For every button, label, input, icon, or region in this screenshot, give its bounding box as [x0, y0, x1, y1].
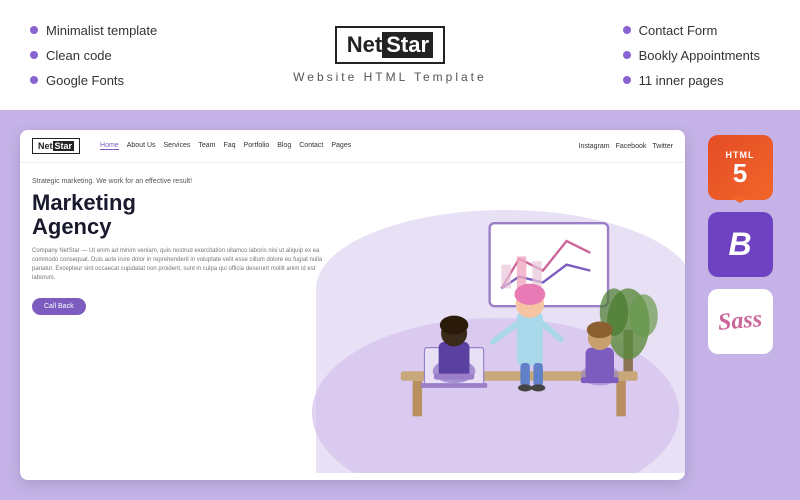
bullet-icon [623, 51, 631, 59]
nav-link-team[interactable]: Team [198, 142, 215, 150]
preview-logo-star: Star [53, 141, 75, 151]
preview-illustration [306, 163, 685, 473]
preview-nav: Net Star Home About Us Services Team Faq… [20, 130, 685, 163]
nav-link-pages[interactable]: Pages [331, 142, 351, 150]
top-section: Minimalist template Clean code Google Fo… [0, 0, 800, 110]
preview-nav-links: Home About Us Services Team Faq Portfoli… [100, 142, 566, 150]
feature-item-3: Google Fonts [30, 73, 157, 88]
html-number: 5 [733, 160, 747, 186]
logo-star: Star [382, 32, 433, 58]
html5-icon: HTML 5 [708, 135, 773, 200]
feature-label-4: Contact Form [639, 23, 718, 38]
illus-scene [306, 163, 685, 473]
nav-link-portfolio[interactable]: Portfolio [244, 142, 270, 150]
bullet-icon [623, 26, 631, 34]
nav-link-about[interactable]: About Us [127, 142, 156, 150]
feature-item-4: Contact Form [623, 23, 760, 38]
feature-label-6: 11 inner pages [639, 73, 724, 88]
bullet-icon [30, 76, 38, 84]
feature-label-1: Minimalist template [46, 23, 157, 38]
social-instagram: Instagram [579, 143, 610, 150]
headline-line2: Agency [32, 215, 327, 239]
nav-link-services[interactable]: Services [164, 142, 191, 150]
nav-link-blog[interactable]: Blog [277, 142, 291, 150]
preview-logo-net: Net [38, 141, 53, 151]
feature-item-2: Clean code [30, 48, 157, 63]
feature-item-1: Minimalist template [30, 23, 157, 38]
tech-icons: HTML 5 B Sass [700, 130, 780, 354]
preview-headline: Marketing Agency [32, 191, 327, 239]
shield-corner [730, 197, 750, 203]
bootstrap-letter: B [728, 226, 751, 263]
sass-icon: Sass [708, 289, 773, 354]
preview-card: Net Star Home About Us Services Team Faq… [20, 130, 685, 480]
bullet-icon [30, 26, 38, 34]
logo-center: Net Star Website HTML Template [293, 26, 487, 84]
features-right: Contact Form Bookly Appointments 11 inne… [623, 23, 760, 88]
preview-social: Instagram Facebook Twitter [579, 143, 674, 150]
preview-hero: Strategic marketing. We work for an effe… [20, 163, 685, 473]
nav-link-contact[interactable]: Contact [299, 142, 323, 150]
preview-tagline: Strategic marketing. We work for an effe… [32, 178, 327, 185]
bullet-icon [623, 76, 631, 84]
sass-text: Sass [717, 306, 763, 337]
feature-item-5: Bookly Appointments [623, 48, 760, 63]
preview-body: Company NetStar — Ut enim ad minim venia… [32, 247, 327, 283]
logo-box: Net Star [335, 26, 445, 64]
logo-net: Net [347, 32, 382, 58]
preview-content: Strategic marketing. We work for an effe… [20, 163, 339, 473]
logo-subtitle: Website HTML Template [293, 70, 487, 84]
features-left: Minimalist template Clean code Google Fo… [30, 23, 157, 88]
social-twitter: Twitter [652, 143, 673, 150]
feature-label-2: Clean code [46, 48, 112, 63]
bootstrap-icon: B [708, 212, 773, 277]
nav-link-home[interactable]: Home [100, 142, 119, 150]
cta-button[interactable]: Call Back [32, 298, 86, 315]
bullet-icon [30, 51, 38, 59]
social-facebook: Facebook [616, 143, 647, 150]
feature-label-5: Bookly Appointments [639, 48, 760, 63]
main-section: Net Star Home About Us Services Team Faq… [0, 110, 800, 500]
feature-label-3: Google Fonts [46, 73, 124, 88]
preview-logo: Net Star [32, 138, 80, 154]
nav-link-faq[interactable]: Faq [223, 142, 235, 150]
headline-line1: Marketing [32, 191, 327, 215]
feature-item-6: 11 inner pages [623, 73, 760, 88]
